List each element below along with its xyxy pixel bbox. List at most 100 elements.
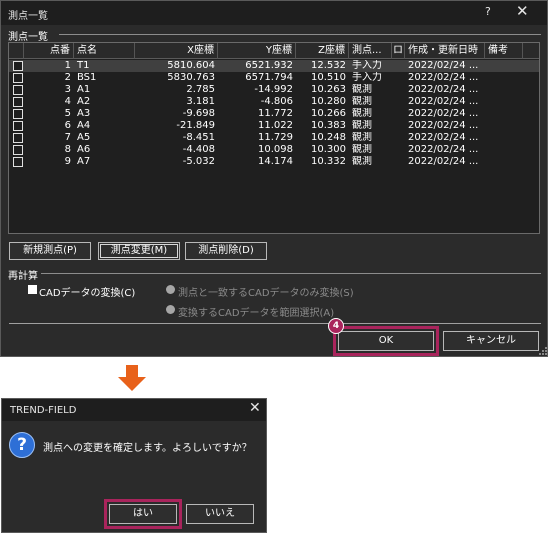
cell-number: 4 [64,96,71,107]
cell-y: 6571.794 [245,72,293,83]
question-icon: ? [9,432,35,458]
column-header-lock[interactable]: ロ [392,43,405,59]
column-header-name[interactable]: 点名 [74,43,135,59]
cell-datetime: 2022/02/24 ... [408,120,479,131]
window-title: TREND-FIELD [10,405,77,416]
cell-name: BS1 [77,72,97,83]
cell-y: -4.806 [260,96,293,107]
group-label-recalc: 再計算 [8,271,38,282]
cell-number: 6 [64,120,71,131]
cell-y: 10.098 [258,144,293,155]
cell-z: 10.300 [311,144,346,155]
row-checkbox[interactable] [13,121,23,131]
cell-type: 観測 [352,156,372,167]
table-row[interactable]: 1 T1 5810.604 6521.932 12.532 手入力 2022/02/24 .… [9,60,539,72]
column-header-y[interactable]: Y座標 [218,43,296,59]
table-row[interactable]: 5 A3 -9.698 11.772 10.266 観測 2022/02/24 ... [9,108,539,120]
match-only-radio[interactable] [166,285,175,294]
cell-z: 10.263 [311,84,346,95]
row-checkbox[interactable] [13,133,23,143]
column-header-note[interactable]: 備考 [485,43,523,59]
cell-x: 2.785 [186,84,215,95]
new-point-button[interactable]: 新規測点(P) [9,242,91,260]
column-header-z[interactable]: Z座標 [296,43,349,59]
column-header-datetime[interactable]: 作成・更新日時 [405,43,485,59]
cell-type: 観測 [352,108,372,119]
cell-note [485,96,523,108]
cell-y: 11.022 [258,120,293,131]
table-row[interactable]: 3 A1 2.785 -14.992 10.263 観測 2022/02/24 ... [9,84,539,96]
cell-x: 5810.604 [167,60,215,71]
footer-divider [9,323,541,324]
table-row[interactable]: 2 BS1 5830.763 6571.794 10.510 手入力 2022/02/24 … [9,72,539,84]
cell-type: 観測 [352,132,372,143]
cell-z: 10.383 [311,120,346,131]
down-arrow-icon [118,365,146,391]
resize-grip-icon[interactable] [537,345,547,355]
cell-name: A6 [77,144,91,155]
cell-datetime: 2022/02/24 ... [408,60,479,71]
cell-y: 6521.932 [245,60,293,71]
cell-name: A2 [77,96,91,107]
cell-datetime: 2022/02/24 ... [408,72,479,83]
row-checkbox[interactable] [13,157,23,167]
cell-lock [392,144,405,156]
column-header-number[interactable]: 点番 [24,43,74,59]
range-select-label[interactable]: 変換するCADデータを範囲選択(A) [178,304,334,319]
cell-x: -5.032 [182,156,215,167]
cell-x: 5830.763 [167,72,215,83]
cell-z: 10.248 [311,132,346,143]
cad-convert-label[interactable]: CADデータの変換(C) [39,284,135,299]
group-label-points: 測点一覧 [8,32,48,43]
cell-datetime: 2022/02/24 ... [408,108,479,119]
help-icon[interactable]: ? [485,5,491,18]
close-icon[interactable]: ✕ [249,400,261,416]
cell-lock [392,84,405,96]
cell-number: 8 [64,144,71,155]
cell-lock [392,60,405,72]
close-icon[interactable]: ✕ [516,2,529,20]
row-checkbox[interactable] [13,85,23,95]
point-table[interactable]: 点番 点名 X座標 Y座標 Z座標 測点... ロ 作成・更新日時 備考 1 T1… [8,42,540,234]
cell-number: 1 [64,60,71,71]
column-header-type[interactable]: 測点... [349,43,392,59]
row-checkbox[interactable] [13,97,23,107]
change-point-button[interactable]: 測点変更(M) [98,242,180,260]
row-checkbox[interactable] [13,109,23,119]
ok-highlight-frame [333,326,439,356]
cell-type: 観測 [352,84,372,95]
row-checkbox[interactable] [13,145,23,155]
no-button[interactable]: いいえ [186,504,254,524]
row-checkbox[interactable] [13,73,23,83]
match-only-label[interactable]: 測点と一致するCADデータのみ変換(S) [178,284,354,299]
delete-point-button[interactable]: 測点削除(D) [185,242,267,260]
column-header-x[interactable]: X座標 [135,43,218,59]
cell-number: 3 [64,84,71,95]
cell-note [485,84,523,96]
cell-datetime: 2022/02/24 ... [408,132,479,143]
cancel-button[interactable]: キャンセル [443,331,539,351]
cell-x: -9.698 [182,108,215,119]
table-row[interactable]: 9 A7 -5.032 14.174 10.332 観測 2022/02/24 ... [9,156,539,168]
title-bar: TREND-FIELD ✕ [2,399,266,421]
table-row[interactable]: 7 A5 -8.451 11.729 10.248 観測 2022/02/24 ... [9,132,539,144]
cell-x: -4.408 [182,144,215,155]
cell-name: T1 [77,60,90,71]
title-bar: 測点一覧 ? ✕ [1,1,547,25]
cad-convert-checkbox[interactable] [28,285,37,294]
table-row[interactable]: 8 A6 -4.408 10.098 10.300 観測 2022/02/24 ... [9,144,539,156]
cell-name: A5 [77,132,91,143]
cell-lock [392,132,405,144]
cell-note [485,60,523,72]
row-checkbox[interactable] [13,61,23,71]
cell-note [485,72,523,84]
cell-number: 7 [64,132,71,143]
table-row[interactable]: 6 A4 -21.849 11.022 10.383 観測 2022/02/24 ... [9,120,539,132]
cell-note [485,156,523,168]
range-select-radio[interactable] [166,305,175,314]
confirm-dialog: TREND-FIELD ✕ ? 測点への変更を確定します。よろしいですか？ はい… [1,398,267,533]
table-row[interactable]: 4 A2 3.181 -4.806 10.280 観測 2022/02/24 ... [9,96,539,108]
table-header: 点番 点名 X座標 Y座標 Z座標 測点... ロ 作成・更新日時 備考 [9,43,539,59]
cell-type: 観測 [352,96,372,107]
cell-y: 11.772 [258,108,293,119]
